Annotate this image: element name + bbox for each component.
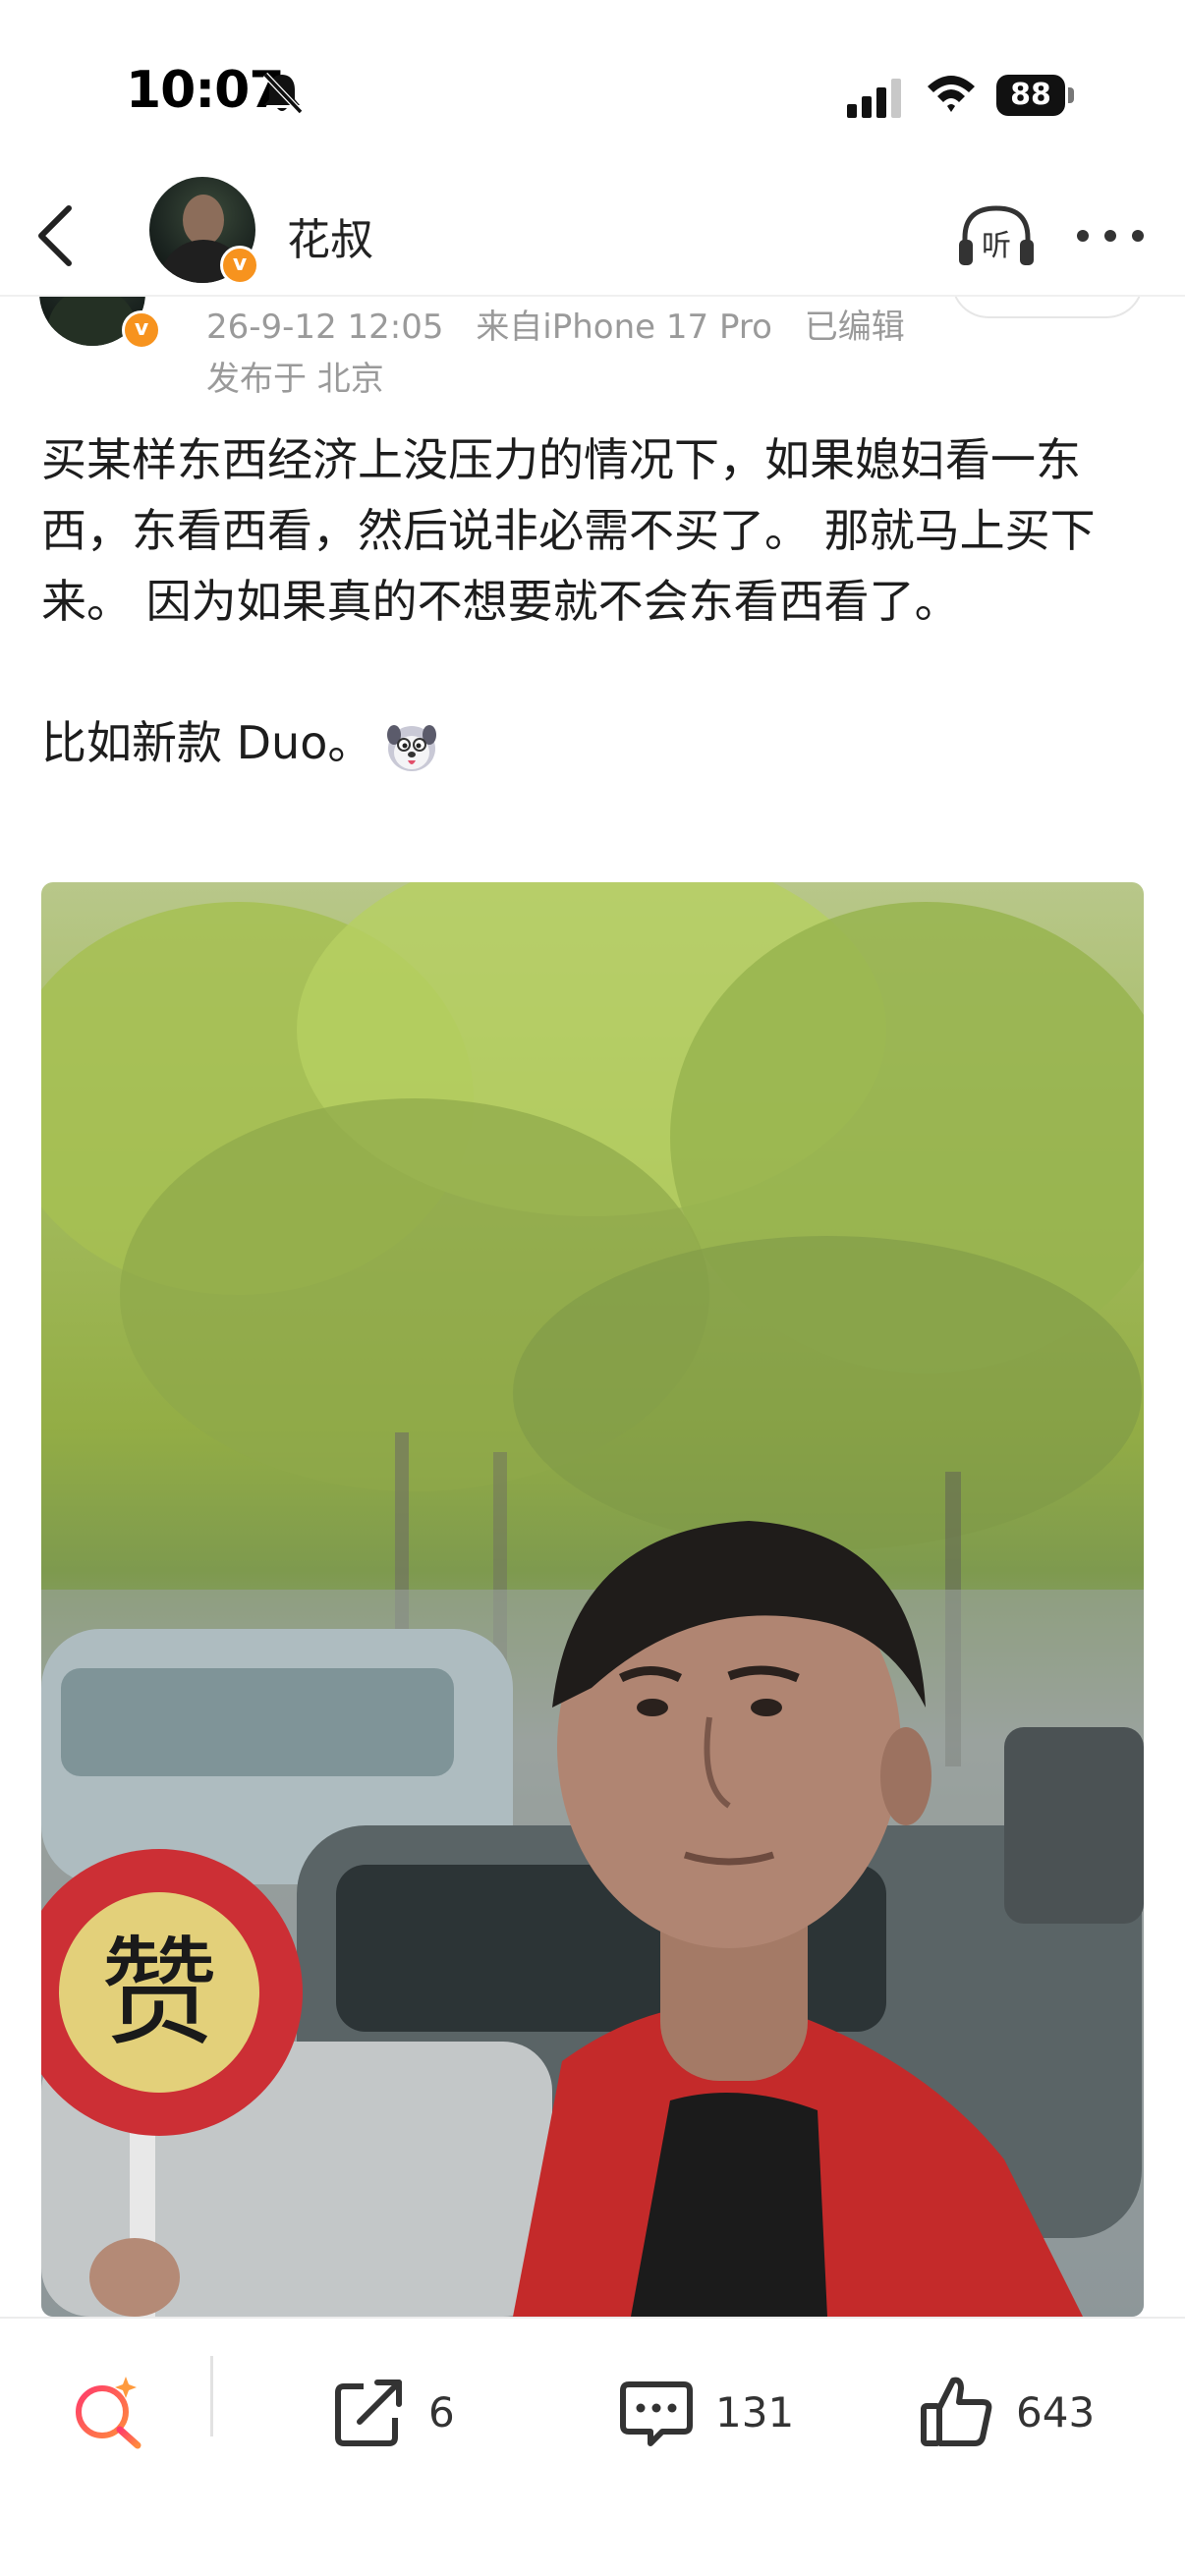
wifi-icon <box>928 76 975 112</box>
avatar-face <box>183 195 224 246</box>
battery-indicator: 88 <box>996 75 1075 116</box>
back-arrow-icon[interactable] <box>28 198 86 273</box>
post-text-paragraph-1: 买某样东西经济上没压力的情况下，如果媳妇看一东西，东看西看，然后说非必需不买了。… <box>41 433 1096 628</box>
post-date: 26-9-12 12:05 <box>206 308 444 347</box>
search-ai-button[interactable] <box>69 2358 147 2466</box>
comment-button[interactable]: 131 <box>617 2358 794 2466</box>
like-button[interactable]: 643 <box>918 2358 1095 2466</box>
like-count: 643 <box>1016 2387 1096 2436</box>
top-nav: v 花叔 听 <box>0 177 1185 297</box>
post-source: 来自iPhone 17 Pro <box>476 308 772 347</box>
post-text-2: 比如新款 Duo。 <box>41 716 373 769</box>
post-edited[interactable]: 已编辑 <box>805 308 905 347</box>
weibo-post-page: 10:07 88 v 阅读 26-9-12 12:05 来 <box>0 0 1185 2576</box>
share-button[interactable]: 6 <box>330 2358 455 2466</box>
thumbs-up-icon <box>921 2377 992 2446</box>
listen-button[interactable]: 听 <box>955 200 1038 271</box>
dog-face-emoji-icon <box>387 724 437 771</box>
listen-icon-text: 听 <box>982 229 1011 263</box>
comment-count: 131 <box>715 2387 795 2436</box>
more-options-icon[interactable] <box>1071 216 1150 255</box>
post-meta: 26-9-12 12:05 来自iPhone 17 Pro 已编辑 <box>206 300 927 348</box>
share-count: 6 <box>428 2387 455 2436</box>
verified-badge-icon: v <box>220 246 259 285</box>
header-username[interactable]: 花叔 <box>287 204 373 267</box>
verified-badge-icon: v <box>122 310 161 350</box>
post-image[interactable]: 赞 <box>41 882 1144 2317</box>
action-divider <box>210 2356 213 2436</box>
battery-cap <box>1068 87 1074 103</box>
status-bar: 10:07 88 <box>0 0 1185 177</box>
battery-level: 88 <box>996 75 1065 116</box>
silent-bell-icon <box>262 72 304 115</box>
headphones-icon: 听 <box>959 205 1034 265</box>
search-sparkle-icon <box>76 2377 141 2449</box>
post-text-paragraph-2: 比如新款 Duo。 <box>41 707 1152 778</box>
post-content: 买某样东西经济上没压力的情况下，如果媳妇看一东西，东看西看，然后说非必需不买了。… <box>41 424 1152 778</box>
photo-sign-text: 赞 <box>100 1926 218 2062</box>
post-photo-illustration: 赞 <box>41 882 1144 2317</box>
share-icon <box>335 2380 402 2446</box>
post-location: 发布于 北京 <box>206 360 384 399</box>
bottom-action-bar: 6 131 643 <box>0 2317 1185 2576</box>
cellular-signal-icon <box>847 79 901 118</box>
comment-bubble-icon <box>620 2381 693 2446</box>
